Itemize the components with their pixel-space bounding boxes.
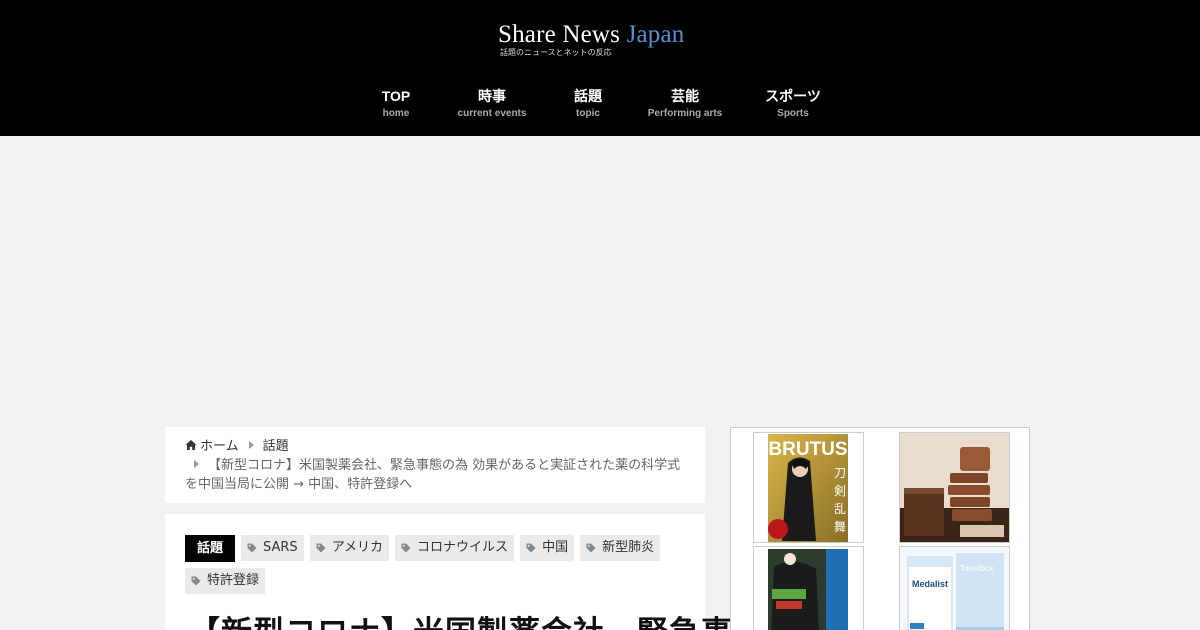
magazine-kanji: 剣 [834,484,846,498]
breadcrumb-home[interactable]: ホーム [200,439,239,454]
tag-item[interactable]: アメリカ [309,535,390,561]
logo-title: Share News Japan [498,20,698,50]
product-thumbnail-chocolate[interactable] [899,432,1010,543]
product-thumbnail-magazine[interactable]: BRUTUS 刀 剣 乱 舞 [753,432,864,543]
nav-item-sports[interactable]: スポーツ Sports [723,86,863,122]
magazine-title: BRUTUS [768,439,847,460]
tag-label: コロナウイルス [417,540,509,555]
tag-label: アメリカ [331,540,384,555]
chocolate-product-image [900,433,1009,542]
tag-icon [526,543,536,553]
magazine-cover-image: BRUTUS 刀 剣 乱 舞 [768,434,848,542]
global-nav: TOP home 時事 current events 話題 topic 芸能 P… [0,86,1200,126]
tag-label: 中国 [542,540,569,555]
product-box-text: Towelbox [960,564,993,573]
tag-icon [191,576,201,586]
logo-title-accent: Japan [626,21,685,48]
tag-label: 特許登録 [207,573,260,588]
tag-label: SARS [263,540,298,555]
tag-item[interactable]: 特許登録 [185,568,266,594]
nav-label: スポーツ [765,88,821,104]
tag-icon [316,543,326,553]
tag-item[interactable]: SARS [241,535,304,561]
tag-icon [401,543,411,553]
home-icon [185,440,197,450]
tag-item[interactable]: 新型肺炎 [580,535,661,561]
magazine-kanji: 乱 [834,502,846,516]
ad-space [0,136,1200,416]
nav-sublabel: Sports [777,108,809,119]
product-brand-text: Medalist [912,579,948,589]
manga-cover-image [768,549,848,630]
magazine-kanji: 刀 [834,466,846,480]
magazine-kanji: 舞 [834,520,846,534]
towel-product-image: Medalist Towelbox [900,547,1009,630]
tag-icon [586,543,596,553]
tag-item[interactable]: コロナウイルス [395,535,515,561]
site-logo[interactable]: Share News Japan 話題のニュースとネットの反応 [498,20,698,58]
category-label[interactable]: 話題 [185,535,236,562]
site-header: Share News Japan 話題のニュースとネットの反応 TOP home… [0,0,1200,136]
breadcrumb: ホーム 話題 【新型コロナ】米国製薬会社、緊急事態の為 効果があると実証された薬の… [165,427,705,503]
tag-label: 新型肺炎 [602,540,655,555]
tag-list: 話題 SARS アメリカ コロナウイルス 中国 新型肺炎 特許登録 [185,535,685,594]
article-title: 【新型コロナ】米国製薬会社、緊急事 [189,607,733,630]
product-thumbnail-towel[interactable]: Medalist Towelbox [899,546,1010,630]
breadcrumb-separator-icon [194,460,199,468]
breadcrumb-separator-icon [248,441,254,449]
article-card: 話題 SARS アメリカ コロナウイルス 中国 新型肺炎 特許登録 【新型コロナ… [165,514,732,630]
sidebar-product-widget: BRUTUS 刀 剣 乱 舞 Medalist Towelbox [730,427,1030,630]
logo-title-main: Share News [498,21,621,48]
product-thumbnail-manga[interactable] [753,546,864,630]
breadcrumb-current: 【新型コロナ】米国製薬会社、緊急事態の為 効果があると実証された薬の科学式を中国… [185,458,681,492]
tag-item[interactable]: 中国 [520,535,575,561]
tag-icon [247,543,257,553]
breadcrumb-category[interactable]: 話題 [263,439,289,454]
